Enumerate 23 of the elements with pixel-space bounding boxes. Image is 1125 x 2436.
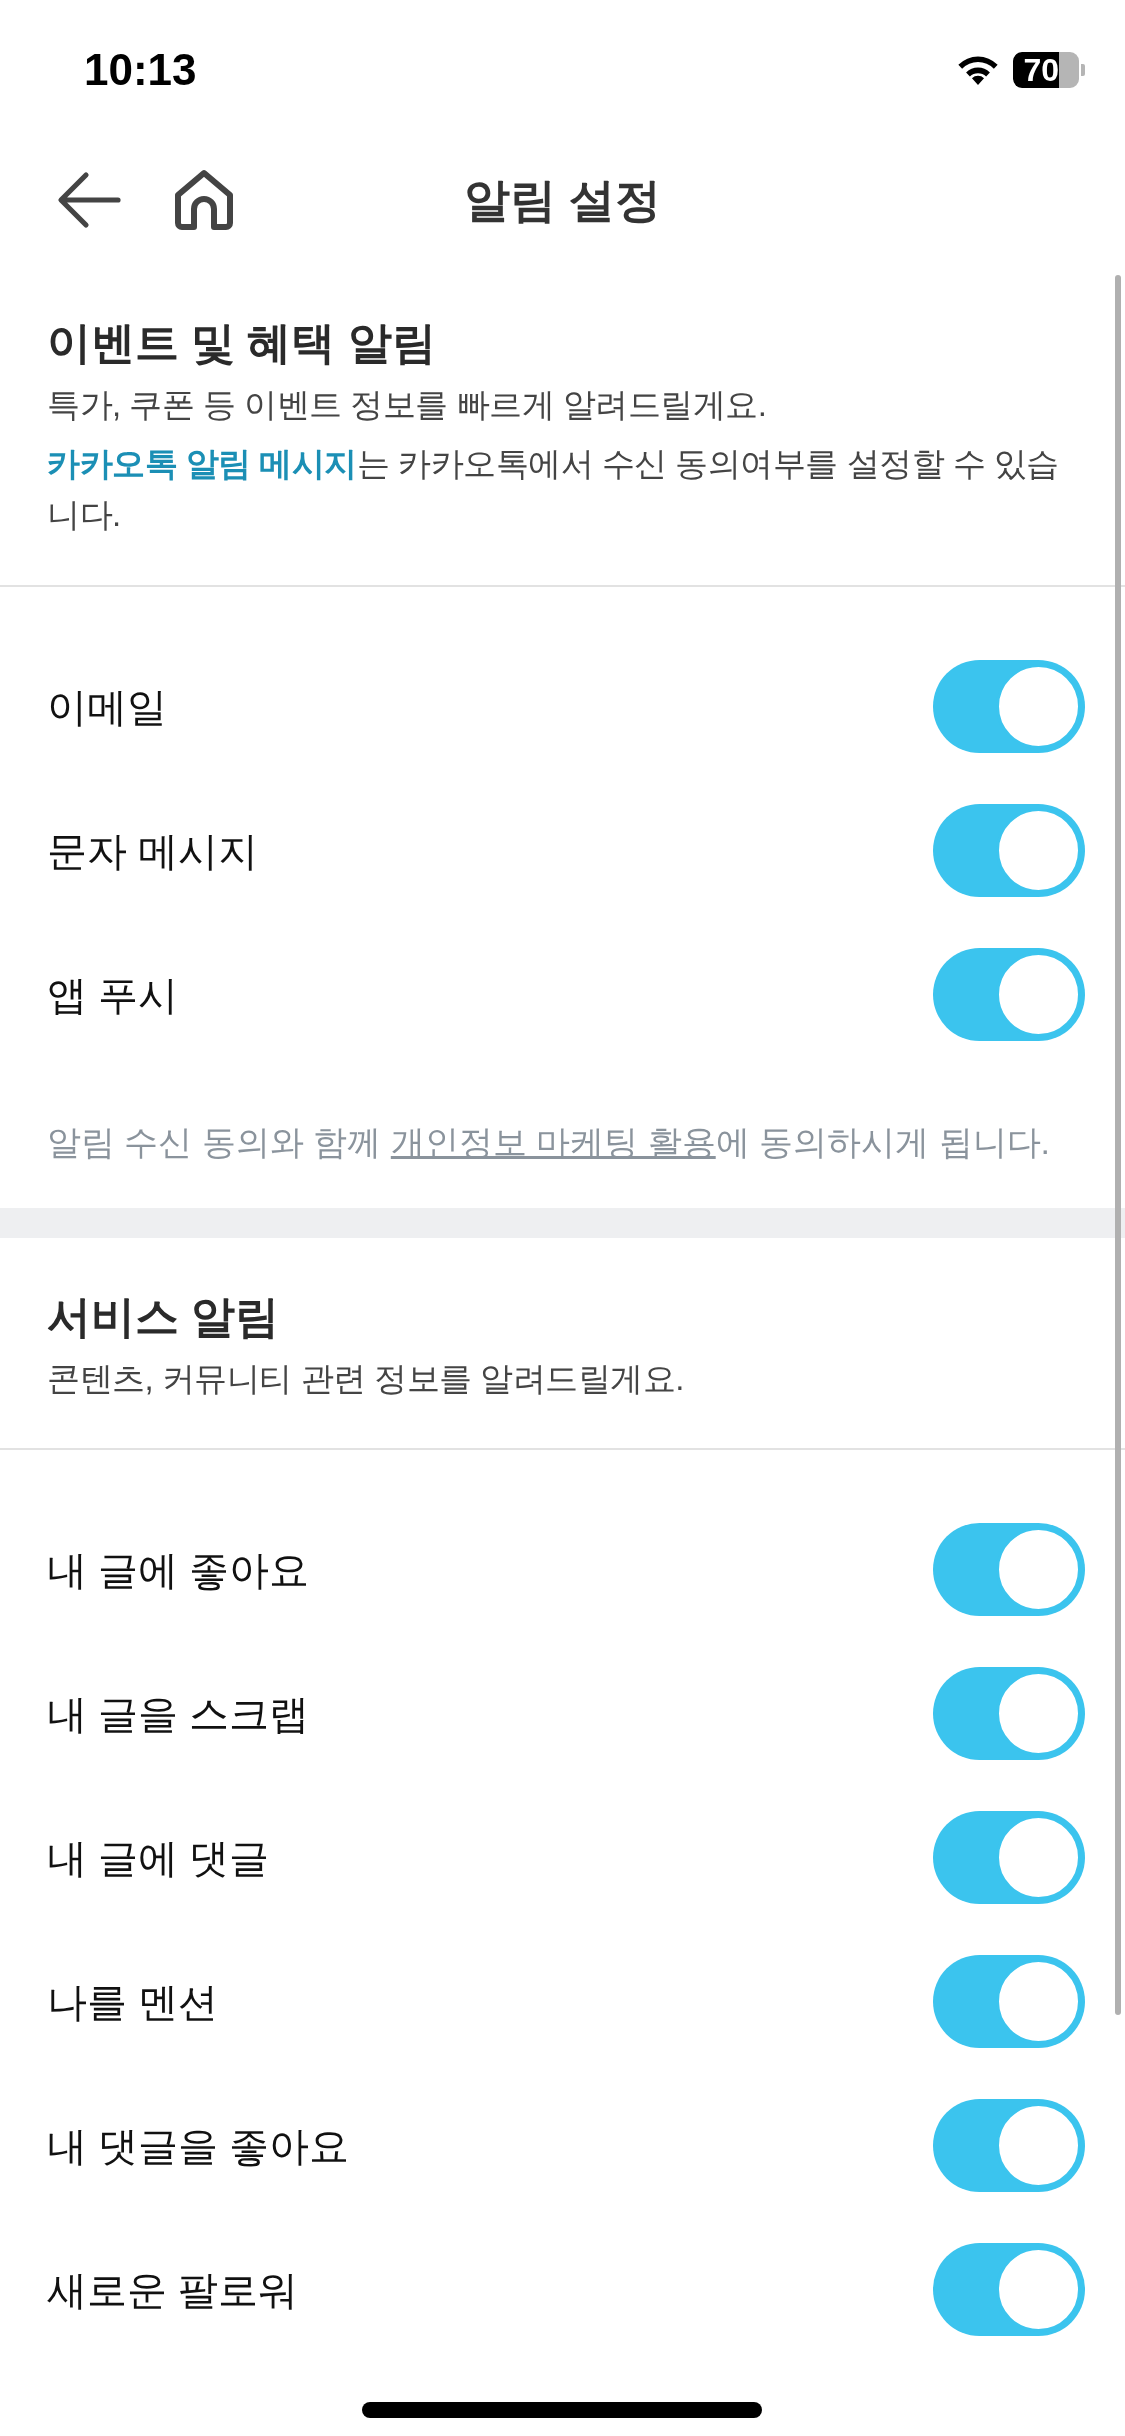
setting-label: 새로운 팔로워 [47,2266,299,2314]
setting-label: 내 글을 스크랩 [47,1690,310,1738]
setting-label: 내 글에 좋아요 [47,1546,310,1594]
page-title: 알림 설정 [463,172,662,228]
section-title: 서비스 알림 [47,1290,281,1343]
setting-label: 나를 멘션 [47,1978,219,2026]
section-description: 카카오톡 알림 메시지는 카카오톡에서 수신 동의여부를 설정할 수 있습니다. [47,444,1060,536]
back-button[interactable] [56,171,122,229]
section-description: 특가, 쿠폰 등 이벤트 정보를 빠르게 알려드릴게요. [47,385,768,426]
home-icon [172,169,236,231]
section-description: 콘텐츠, 커뮤니티 관련 정보를 알려드릴게요. [47,1358,685,1399]
setting-label: 내 댓글을 좋아요 [47,2122,350,2170]
status-time: 10:13 [84,44,197,96]
setting-label: 내 글에 댓글 [47,1834,270,1882]
marketing-consent-link[interactable]: 개인정보 마케팅 활용 [390,1122,716,1161]
setting-label: 앱 푸시 [47,971,179,1019]
setting-label: 문자 메시지 [47,827,259,875]
kakaotalk-message-link[interactable]: 카카오톡 알림 메시지 [47,445,357,483]
section-title: 이벤트 및 혜택 알림 [47,317,437,369]
home-button[interactable] [172,169,236,231]
setting-label: 이메일 [47,683,167,731]
consent-note: 알림 수신 동의와 함께 개인정보 마케팅 활용에 동의하시게 됩니다. [46,1121,1052,1163]
back-arrow-icon [56,171,122,229]
